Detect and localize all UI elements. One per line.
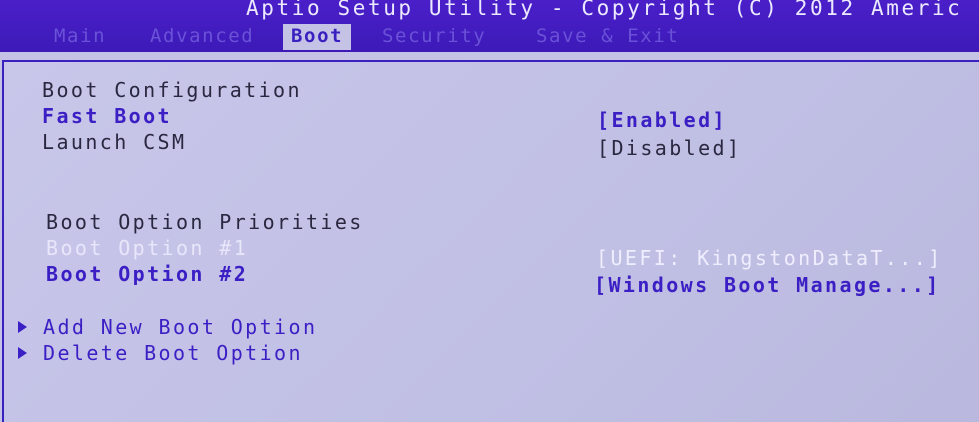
app-title: Aptio Setup Utility - Copyright (C) 2012… [246,0,963,20]
launch-csm-value[interactable]: [Disabled] [597,136,741,160]
delete-boot-option-item[interactable]: Delete Boot Option [18,341,303,365]
tab-security[interactable]: Security [382,24,486,50]
boot-configuration-heading: Boot Configuration [42,78,302,102]
boot-option-2-label[interactable]: Boot Option #2 [46,262,248,286]
tab-bar: Main Advanced Boot Security Save & Exit [0,24,979,50]
add-new-boot-option-item[interactable]: Add New Boot Option [18,315,317,339]
boot-settings-panel: Boot Configuration Fast Boot [Enabled] L… [2,60,979,422]
boot-option-1-label[interactable]: Boot Option #1 [46,236,248,260]
bios-header: Aptio Setup Utility - Copyright (C) 2012… [0,0,979,52]
boot-option-2-value[interactable]: [Windows Boot Manage...] [594,273,941,297]
tab-boot[interactable]: Boot [283,24,352,50]
tab-main[interactable]: Main [54,24,106,50]
tab-save-exit[interactable]: Save & Exit [536,24,679,50]
boot-option-priorities-heading: Boot Option Priorities [46,210,364,234]
fast-boot-value[interactable]: [Enabled] [597,108,727,132]
submenu-arrow-icon [18,347,27,359]
fast-boot-label[interactable]: Fast Boot [42,104,172,128]
tab-advanced[interactable]: Advanced [150,24,254,50]
launch-csm-label[interactable]: Launch CSM [42,130,186,154]
boot-option-1-value[interactable]: [UEFI: KingstonDataT...] [596,246,943,270]
add-new-boot-option-label: Add New Boot Option [43,315,318,339]
submenu-arrow-icon [18,321,27,333]
delete-boot-option-label: Delete Boot Option [43,341,303,365]
